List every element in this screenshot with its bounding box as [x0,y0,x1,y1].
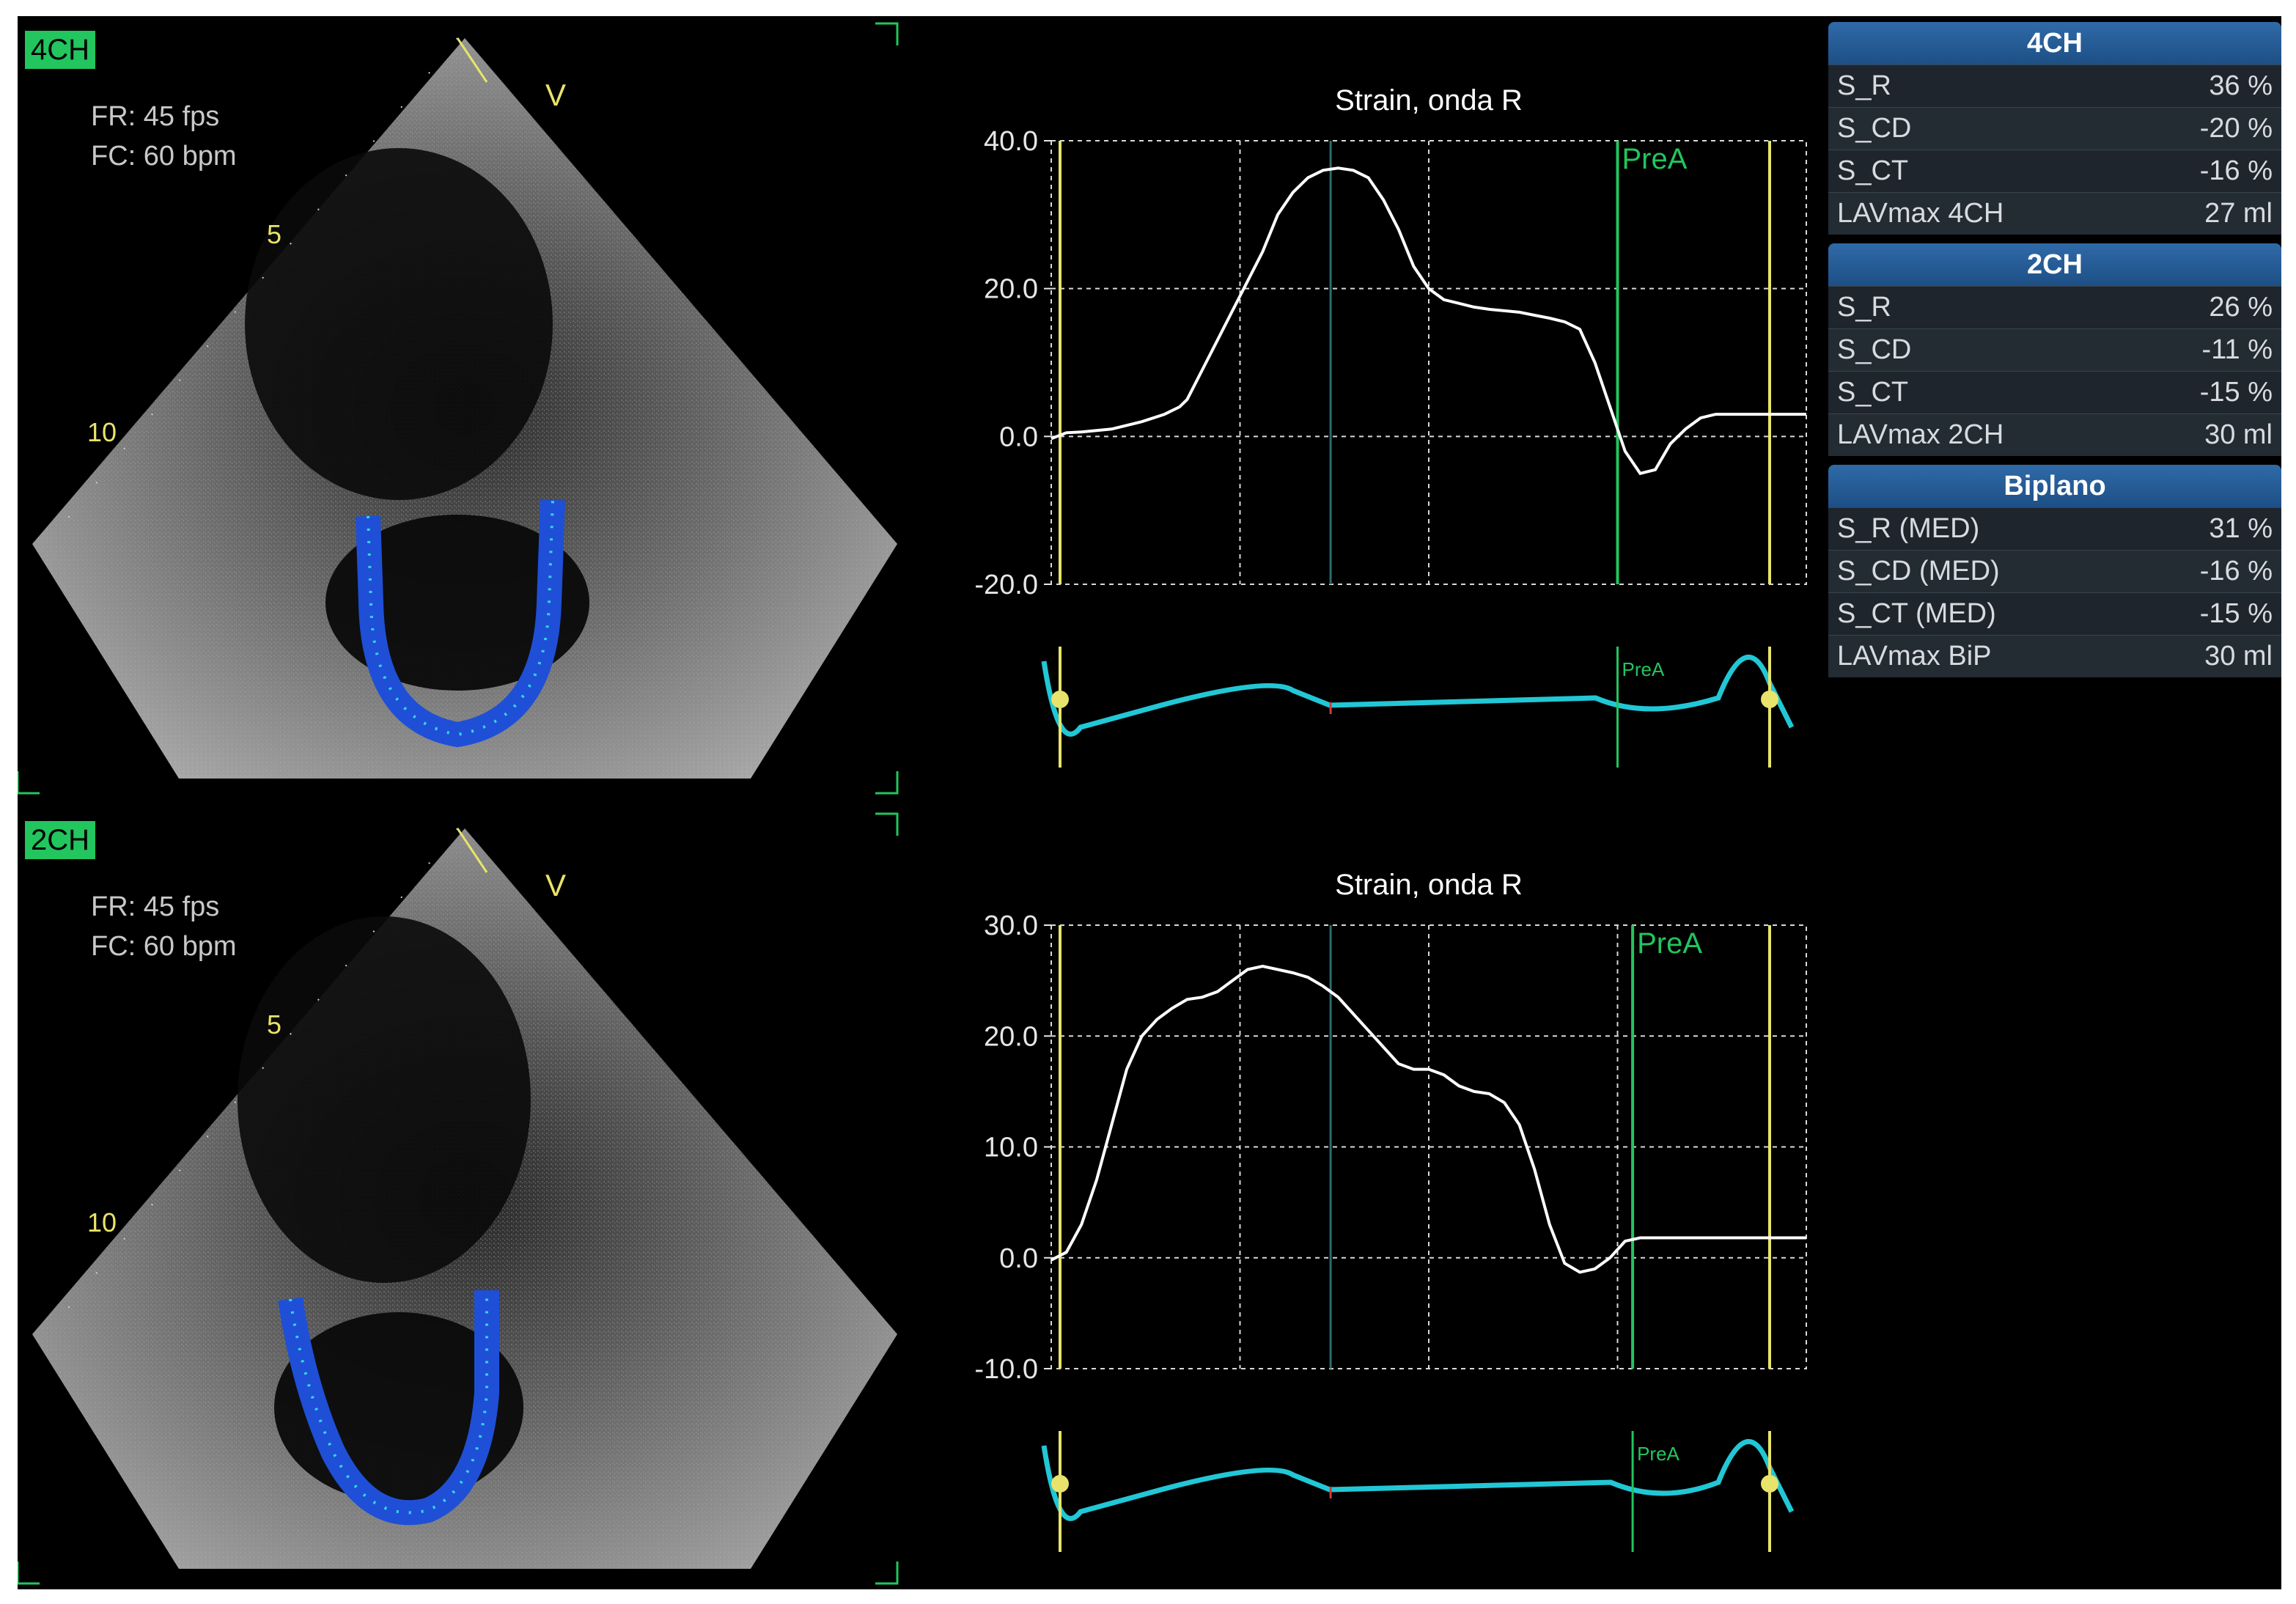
corner-bracket [875,771,899,795]
table-header-4ch[interactable]: 4CH [1828,22,2281,65]
table-row: S_CD -11 % [1828,328,2281,371]
ecg-prea-label: PreA [1622,658,1665,680]
ecg-trace [1041,655,1795,737]
ventricle-cavity [238,916,531,1283]
row-label: S_CD [1837,334,1912,365]
marker-v: V [545,868,566,902]
echo-view-2ch[interactable]: V 5 10 2CH FR: 45 fps FC: 60 bpm [18,806,919,1589]
table-row: S_CT (MED) -15 % [1828,592,2281,635]
corner-bracket [875,812,899,836]
table-row: LAVmax BiP 30 ml [1828,635,2281,677]
table-header-2ch[interactable]: 2CH [1828,243,2281,286]
results-table-biplane: Biplano S_R (MED) 31 % S_CD (MED) -16 % S_… [1828,465,2281,677]
row-label: LAVmax BiP [1837,641,1992,672]
ecg-marker-dot [1761,1475,1778,1493]
table-header-biplane[interactable]: Biplano [1828,465,2281,507]
table-row: S_CD (MED) -16 % [1828,550,2281,592]
row-label: S_CT [1837,377,1909,408]
y-tick-label: -20.0 [974,570,1038,600]
row-value: 30 ml [2204,641,2273,672]
y-tick-label: 20.0 [984,274,1038,305]
acquisition-info-4ch: FR: 45 fps FC: 60 bpm [91,97,237,176]
table-row: S_CD -20 % [1828,107,2281,150]
depth-label-5: 5 [267,1009,282,1040]
marker-v: V [545,78,566,112]
ecg-marker-dot [1051,691,1069,708]
y-tick-label: 40.0 [984,126,1038,157]
depth-label-10: 10 [87,1207,117,1237]
prea-marker-label: PreA [1622,143,1688,175]
row-value: -20 % [2199,113,2273,144]
row-value: 36 % [2209,70,2273,101]
row-value: 27 ml [2204,198,2273,229]
ecg-trace [1041,1439,1795,1521]
table-row: S_R 36 % [1828,65,2281,107]
frame-rate: FR: 45 fps [91,891,220,922]
row-label: LAVmax 2CH [1837,419,2004,450]
row-value: -15 % [2199,377,2273,408]
y-tick-label: 0.0 [999,1243,1038,1274]
corner-bracket [18,771,40,795]
corner-bracket [875,22,899,45]
row-label: S_R [1837,292,1891,323]
table-rows: S_R 36 % S_CD -20 % S_CT -16 % LAVmax 4CH 27… [1828,65,2281,235]
row-value: -16 % [2199,155,2273,186]
table-row: S_CT -15 % [1828,371,2281,413]
chart-title: Strain, onda R [1335,869,1523,901]
ecg-prea-label: PreA [1637,1443,1679,1465]
corner-bracket [18,1561,40,1585]
heart-rate: FC: 60 bpm [91,931,237,962]
y-tick-label: -10.0 [974,1354,1038,1385]
depth-label-5: 5 [267,219,282,249]
row-value: 31 % [2209,513,2273,544]
depth-label-10: 10 [87,417,117,447]
acquisition-info-2ch: FR: 45 fps FC: 60 bpm [91,887,237,966]
view-label-4ch[interactable]: 4CH [25,31,96,69]
y-tick-label: 20.0 [984,1021,1038,1052]
frame-rate: FR: 45 fps [91,101,220,132]
strain-chart-2ch[interactable]: Strain, onda R 30.0 20.0 10.0 0.0 -10.0 PreA Pr… [927,801,1836,1578]
strain-chart-svg: Strain, onda R 30.0 20.0 10.0 0.0 -10.0 PreA Pr… [974,869,1807,1552]
row-label: S_CD (MED) [1837,556,2000,586]
row-label: S_CT (MED) [1837,598,1996,629]
row-label: S_R (MED) [1837,513,1980,544]
table-row: LAVmax 4CH 27 ml [1828,192,2281,235]
row-label: S_R [1837,70,1891,101]
row-label: LAVmax 4CH [1837,198,2004,229]
ecg-marker-dot [1761,691,1778,708]
heart-rate: FC: 60 bpm [91,141,237,172]
table-row: S_R 26 % [1828,286,2281,328]
chart-title: Strain, onda R [1335,84,1523,117]
table-row: LAVmax 2CH 30 ml [1828,413,2281,456]
table-rows: S_R (MED) 31 % S_CD (MED) -16 % S_CT (MED)… [1828,507,2281,677]
y-tick-label: 30.0 [984,910,1038,941]
row-value: -11 % [2201,334,2273,365]
ventricle-cavity [245,148,553,500]
results-table-4ch: 4CH S_R 36 % S_CD -20 % S_CT -16 % LAVmax 4… [1828,22,2281,235]
results-table-2ch: 2CH S_R 26 % S_CD -11 % S_CT -15 % LAVmax 2… [1828,243,2281,456]
y-tick-label: 10.0 [984,1133,1038,1163]
echo-workstation-screen: V 5 10 4CH FR: 45 fps FC: 60 bpm V 5 10 … [18,16,2281,1589]
row-value: -15 % [2199,598,2273,629]
corner-bracket [875,1561,899,1585]
row-value: 26 % [2209,292,2273,323]
row-value: -16 % [2199,556,2273,586]
table-rows: S_R 26 % S_CD -11 % S_CT -15 % LAVmax 2CH 30… [1828,286,2281,456]
view-label-2ch[interactable]: 2CH [25,821,96,859]
echo-view-4ch[interactable]: V 5 10 4CH FR: 45 fps FC: 60 bpm [18,16,919,799]
row-value: 30 ml [2204,419,2273,450]
strain-chart-svg: Strain, onda R 40.0 20.0 0.0 -20.0 PreA PreA [974,84,1807,768]
strain-chart-4ch[interactable]: Strain, onda R 40.0 20.0 0.0 -20.0 PreA PreA [927,16,1836,793]
table-row: S_R (MED) 31 % [1828,507,2281,550]
y-tick-label: 0.0 [999,422,1038,452]
ecg-marker-dot [1051,1475,1069,1493]
row-label: S_CT [1837,155,1909,186]
row-label: S_CD [1837,113,1912,144]
table-row: S_CT -16 % [1828,150,2281,192]
prea-marker-label: PreA [1637,927,1702,960]
